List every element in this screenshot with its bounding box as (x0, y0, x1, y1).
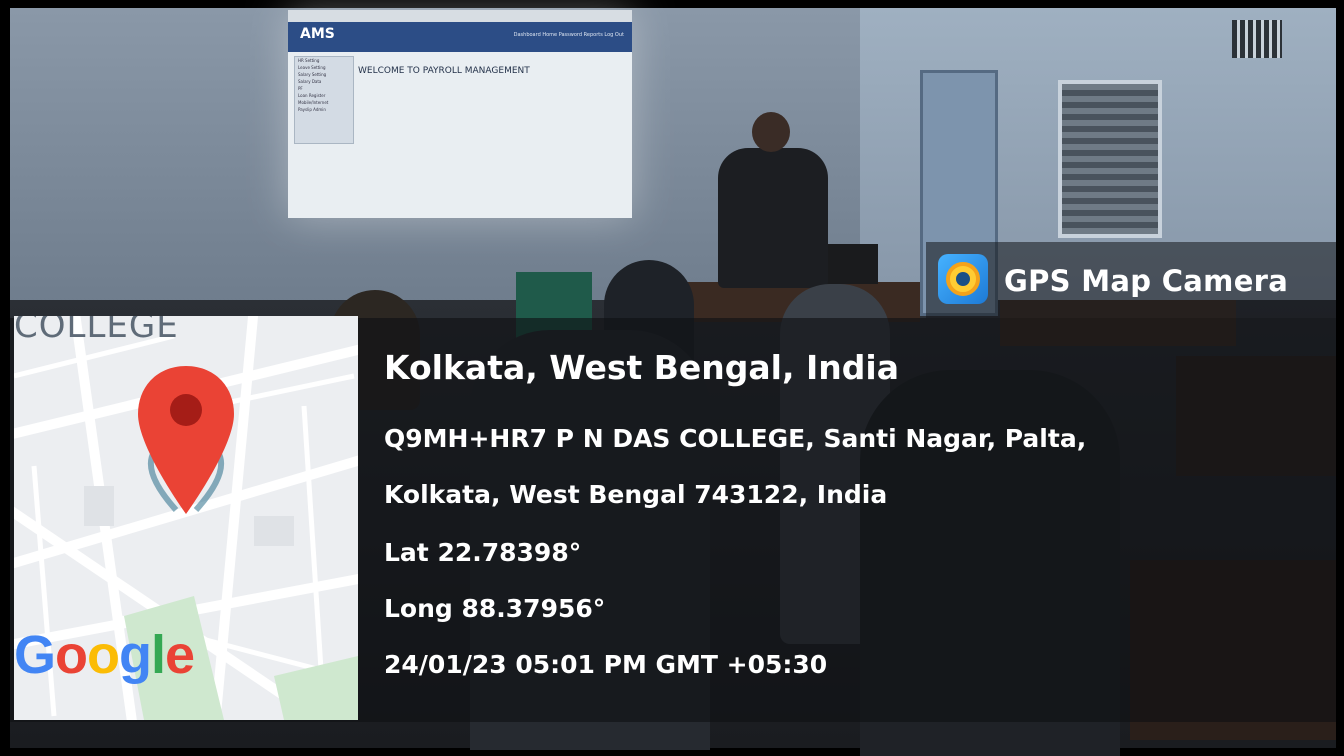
google-letter: o (87, 625, 120, 685)
location-title: Kolkata, West Bengal, India (384, 348, 899, 387)
address-line-2: Kolkata, West Bengal 743122, India (384, 480, 888, 509)
presenter-body (718, 148, 828, 288)
payroll-app-logo: AMS (300, 26, 335, 42)
map-thumbnail: COLLEGE Google (14, 316, 358, 720)
sidebar-item: HR Setting (298, 58, 320, 63)
wall-vent (1232, 20, 1282, 58)
photo-scene: AMS Dashboard Home Password Reports Log … (0, 0, 1344, 756)
longitude: Long 88.37956° (384, 594, 606, 623)
google-letter: G (14, 625, 56, 685)
latitude: Lat 22.78398° (384, 538, 582, 567)
google-logo: Google (14, 624, 195, 686)
sidebar-item: Salary Data (298, 79, 322, 84)
payroll-app-nav: Dashboard Home Password Reports Log Out (513, 32, 624, 38)
sidebar-item: Leave Setting (298, 65, 326, 70)
window (1058, 80, 1162, 238)
timestamp: 24/01/23 05:01 PM GMT +05:30 (384, 650, 828, 679)
map-place-label: COLLEGE (14, 316, 179, 346)
presenter-head (752, 112, 790, 152)
left-border (0, 0, 10, 756)
payroll-app-sidebar: HR Setting Leave Setting Salary Setting … (294, 56, 354, 144)
google-letter: g (119, 625, 152, 685)
address-line-1: Q9MH+HR7 P N DAS COLLEGE, Santi Nagar, P… (384, 424, 1087, 453)
google-letter: o (55, 625, 88, 685)
google-letter: l (151, 625, 166, 685)
payroll-welcome-text: WELCOME TO PAYROLL MANAGEMENT (358, 66, 530, 76)
sidebar-item: Payslip Admin (298, 107, 326, 112)
sidebar-item: PF (298, 86, 303, 91)
gps-badge-label: GPS Map Camera (1004, 264, 1289, 298)
projector-screen: AMS Dashboard Home Password Reports Log … (288, 10, 632, 218)
gps-map-camera-app-icon (938, 254, 988, 304)
google-letter: e (165, 625, 195, 685)
sidebar-item: Mobile/Internet (298, 100, 329, 105)
map-pin-icon (138, 366, 234, 514)
top-border (0, 0, 1344, 8)
browser-tabs (288, 10, 632, 22)
payroll-app-header: AMS Dashboard Home Password Reports Log … (288, 22, 632, 52)
sidebar-item: Salary Setting (298, 72, 327, 77)
sidebar-item: Loan Register (298, 93, 326, 98)
